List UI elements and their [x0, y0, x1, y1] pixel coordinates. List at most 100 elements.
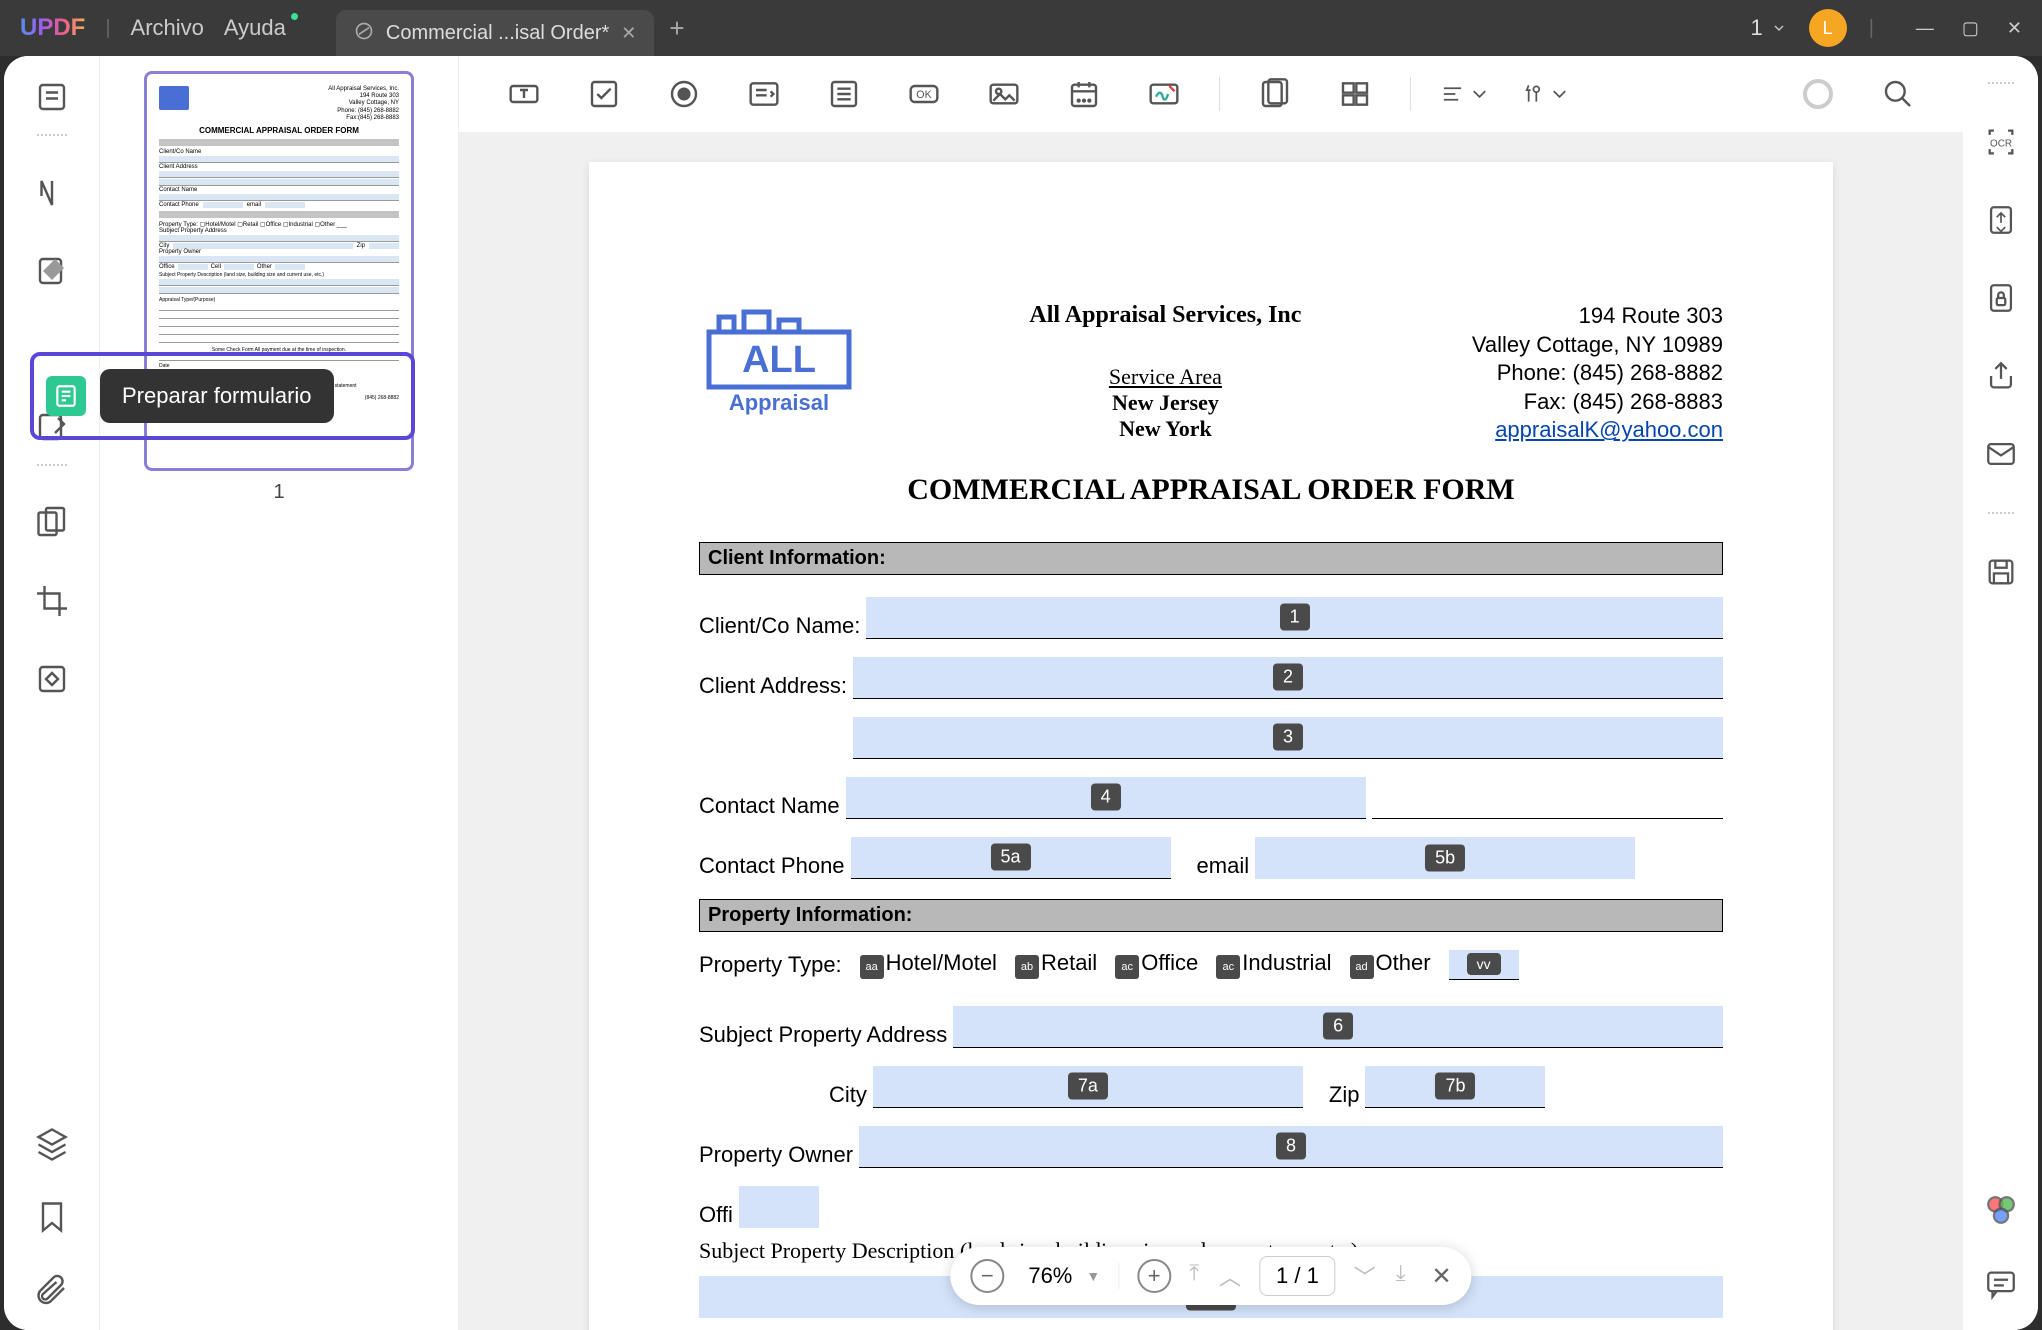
tab-file-icon — [354, 21, 374, 46]
label-city: City — [829, 1082, 867, 1108]
listbox-tool-icon[interactable] — [819, 74, 869, 114]
checkbox[interactable]: ab — [1015, 955, 1039, 979]
record-icon[interactable] — [1793, 74, 1843, 114]
last-page-icon[interactable]: ⤓ — [1396, 1260, 1406, 1292]
field-badge: vv — [1467, 953, 1501, 975]
label-zip: Zip — [1329, 1082, 1360, 1108]
prepare-form-icon[interactable] — [46, 376, 86, 416]
tools-icon[interactable] — [31, 658, 73, 700]
tooltip-prepare-form: Preparar formulario — [100, 369, 334, 423]
grid-tool-icon[interactable] — [1330, 74, 1380, 114]
separator: | — [1869, 17, 1874, 40]
left-toolbar-bottom — [31, 1122, 73, 1312]
page-input[interactable]: 1 / 1 — [1259, 1256, 1336, 1296]
text-field-tool-icon[interactable] — [499, 74, 549, 114]
zoom-out-button[interactable]: − — [970, 1259, 1004, 1293]
search-icon[interactable] — [1873, 74, 1923, 114]
tab-close-icon[interactable]: ✕ — [621, 23, 636, 44]
protect-icon[interactable] — [1981, 278, 2021, 318]
titlebar-right: 1 L | — ▢ ✕ — [1750, 9, 2022, 47]
align-tool-icon[interactable] — [1441, 74, 1491, 114]
checkbox[interactable]: aa — [860, 955, 884, 979]
separator: | — [105, 17, 110, 40]
field-city[interactable]: 7a — [873, 1066, 1303, 1108]
field-badge: 1 — [1280, 604, 1310, 631]
label-industrial: Industrial — [1242, 950, 1331, 975]
first-page-icon[interactable]: ⤒ — [1189, 1260, 1199, 1292]
tab-add-button[interactable]: + — [654, 13, 699, 44]
close-zoom-bar[interactable]: ✕ — [1432, 1262, 1452, 1291]
label-contact-name: Contact Name — [699, 793, 840, 819]
share-icon[interactable] — [1981, 356, 2021, 396]
main-area: OK ALL — [459, 56, 1963, 1330]
button-tool-icon[interactable]: OK — [899, 74, 949, 114]
document-container[interactable]: ALL Appraisal All Appraisal Services, In… — [459, 132, 1963, 1330]
next-page-icon[interactable]: ﹀ — [1354, 1260, 1376, 1292]
separator — [1988, 512, 2014, 514]
field-contact-name[interactable]: 4 — [846, 777, 1366, 819]
prev-page-icon[interactable]: ︿ — [1219, 1260, 1241, 1292]
menu-file[interactable]: Archivo — [131, 15, 204, 41]
reader-tool-icon[interactable] — [31, 76, 73, 118]
field-client-name[interactable]: 1 — [866, 597, 1723, 639]
signature-tool-icon[interactable] — [1139, 74, 1189, 114]
minimize-button[interactable]: — — [1916, 18, 1934, 39]
comment-tool-icon[interactable] — [31, 172, 73, 214]
separator — [1988, 82, 2014, 84]
tab[interactable]: Commercial ...isal Order* ✕ — [336, 10, 654, 56]
email-link[interactable]: appraisalK@yahoo.con — [1495, 417, 1723, 442]
dropdown-tool-icon[interactable] — [739, 74, 789, 114]
field-contact-email[interactable]: 5b — [1255, 837, 1635, 879]
image-field-tool-icon[interactable] — [979, 74, 1029, 114]
email-icon[interactable] — [1981, 434, 2021, 474]
maximize-button[interactable]: ▢ — [1962, 18, 1979, 39]
ocr-icon[interactable]: OCR — [1981, 122, 2021, 162]
crop-tool-icon[interactable] — [31, 580, 73, 622]
field-owner[interactable]: 8 — [859, 1126, 1723, 1168]
comment-panel-icon[interactable] — [1981, 1264, 2021, 1304]
settings-tool-icon[interactable] — [1521, 74, 1571, 114]
field-other[interactable]: vv — [1449, 950, 1519, 980]
date-field-tool-icon[interactable] — [1059, 74, 1109, 114]
section-client-info: Client Information: — [699, 542, 1723, 575]
color-logo-icon[interactable] — [1981, 1190, 2021, 1230]
highlight-callout: Preparar formulario — [30, 352, 415, 440]
attachment-icon[interactable] — [31, 1270, 73, 1312]
separator — [1219, 77, 1220, 111]
addr1: 194 Route 303 — [1472, 302, 1723, 331]
field-contact-phone[interactable]: 5a — [851, 837, 1171, 879]
checkbox[interactable]: ac — [1115, 955, 1139, 979]
checkbox[interactable]: ad — [1350, 955, 1374, 979]
zoom-in-button[interactable]: + — [1137, 1259, 1171, 1293]
field-client-addr1[interactable]: 2 — [853, 657, 1723, 699]
tab-title: Commercial ...isal Order* — [386, 22, 609, 45]
checkbox[interactable]: ac — [1216, 955, 1240, 979]
label-other: Other — [1376, 950, 1431, 975]
zoom-text: 76% — [1028, 1263, 1072, 1289]
field-badge: 2 — [1273, 664, 1303, 691]
field-badge: 8 — [1276, 1133, 1306, 1160]
field-subj-addr[interactable]: 6 — [953, 1006, 1723, 1048]
chevron-down-icon — [1468, 78, 1491, 110]
field-badge: 6 — [1323, 1013, 1353, 1040]
field-zip[interactable]: 7b — [1365, 1066, 1545, 1108]
radio-tool-icon[interactable] — [659, 74, 709, 114]
edit-tool-icon[interactable] — [31, 250, 73, 292]
page-indicator[interactable]: 1 — [1750, 15, 1786, 41]
form-recognition-icon[interactable] — [1250, 74, 1300, 114]
zoom-value[interactable]: 76% ▼ — [1022, 1263, 1119, 1289]
layers-icon[interactable] — [31, 1122, 73, 1164]
save-icon[interactable] — [1981, 552, 2021, 592]
convert-icon[interactable] — [1981, 200, 2021, 240]
close-button[interactable]: ✕ — [2007, 18, 2022, 39]
field-offi[interactable] — [739, 1186, 819, 1228]
bookmark-icon[interactable] — [31, 1196, 73, 1238]
menu-help[interactable]: Ayuda — [224, 15, 286, 41]
label-retail: Retail — [1041, 950, 1097, 975]
field-badge: 7a — [1068, 1073, 1108, 1100]
avatar[interactable]: L — [1809, 9, 1847, 47]
checkbox-tool-icon[interactable] — [579, 74, 629, 114]
field-client-addr2[interactable]: 3 — [853, 717, 1723, 759]
organize-pages-icon[interactable] — [31, 502, 73, 544]
phone: Phone: (845) 268-8882 — [1472, 359, 1723, 388]
